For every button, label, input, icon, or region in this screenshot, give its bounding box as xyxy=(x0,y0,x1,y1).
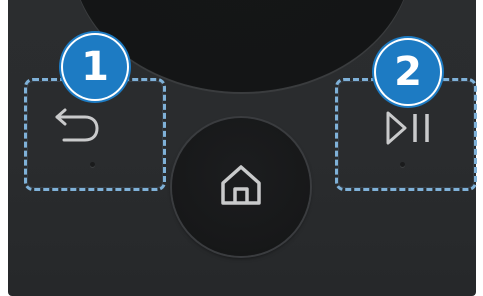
return-arrow-icon[interactable] xyxy=(52,104,102,144)
button-indicator-dot xyxy=(90,162,95,167)
callout-badge-2: 2 xyxy=(376,40,440,104)
remote-control-illustration: 1 2 xyxy=(0,0,483,296)
button-indicator-dot xyxy=(400,162,405,167)
home-icon xyxy=(221,165,261,205)
play-pause-icon[interactable] xyxy=(385,108,435,148)
home-button[interactable] xyxy=(172,118,310,256)
callout-badge-1: 1 xyxy=(63,35,127,99)
